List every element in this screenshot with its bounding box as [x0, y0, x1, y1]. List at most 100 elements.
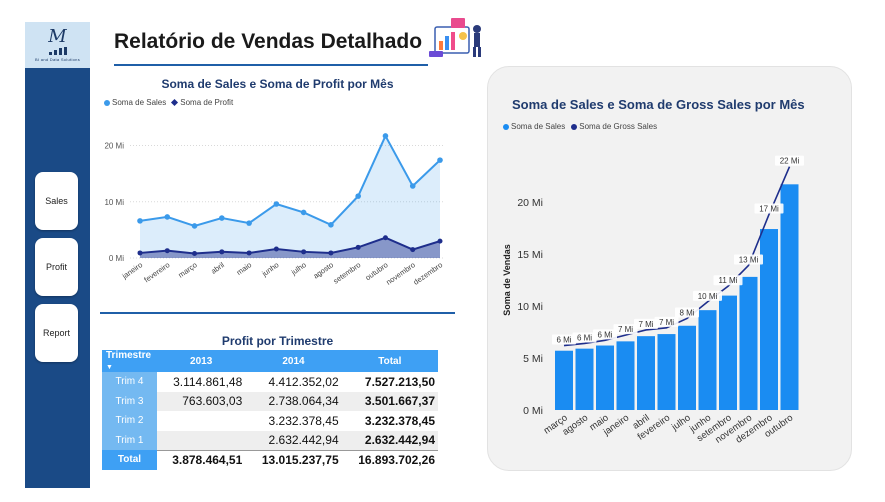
cell-total: 7.527.213,50	[364, 374, 435, 389]
cell-2014: 2.632.442,94	[245, 430, 342, 450]
data-label: 7 Mi	[659, 318, 674, 327]
profit-point	[355, 244, 361, 250]
table-total-row: Total 3.878.464,51 13.015.237,75 16.893.…	[102, 449, 438, 470]
sales-point	[164, 214, 171, 220]
chart2-title: Soma de Sales e Soma de Gross Sales por …	[512, 97, 805, 112]
cell-2013: 3.878.464,51	[157, 449, 246, 470]
sales-bar	[555, 350, 573, 410]
legend-item-gross-sales[interactable]: Soma de Gross Sales	[571, 122, 657, 131]
sales-gross-bar-chart: 0 Mi 5 Mi 10 Mi 15 Mi 20 Mi Soma de Vendas 6 M…	[502, 155, 804, 446]
sales-profit-area-chart: 0 Mi 10 Mi 20 Mi janeirofevereiro março abril…	[104, 133, 445, 287]
sales-bar	[780, 184, 799, 410]
section-divider	[100, 312, 455, 314]
profit-point	[301, 249, 307, 255]
x-tick-label: dezembro	[412, 260, 444, 287]
data-label: 6 Mi	[556, 336, 571, 345]
sales-bar	[596, 345, 614, 410]
logo-bars-icon	[48, 47, 67, 55]
sales-bar	[637, 336, 655, 410]
y-tick-label: 20 Mi	[517, 197, 543, 209]
x-tick-label: fevereiro	[142, 260, 171, 284]
y-tick-label: 10 Mi	[104, 198, 124, 207]
sales-point	[246, 220, 252, 226]
logo-tagline: BI and Data Solutions	[35, 57, 80, 62]
data-label: 13 Mi	[739, 255, 759, 264]
y-tick-label: 0 Mi	[109, 254, 124, 263]
table-row: Trim 3 763.603,03 2.738.064,34 3.501.667…	[102, 391, 438, 411]
column-header-trimestre[interactable]: Trimestre ▼	[102, 350, 157, 372]
row-label: Trim 3	[102, 391, 157, 411]
sales-point	[409, 183, 416, 189]
legend-item-profit[interactable]: Soma de Profit	[171, 98, 233, 107]
data-label: 6 Mi	[597, 330, 612, 339]
x-tick-label: março	[176, 260, 198, 279]
x-tick-label: julho	[289, 260, 308, 277]
logo-monogram-icon: M	[48, 26, 67, 47]
y-tick-label: 15 Mi	[517, 249, 543, 261]
table-title: Profit por Trimestre	[221, 334, 334, 348]
x-tick-label: junho	[259, 260, 280, 278]
sales-bar	[739, 276, 758, 410]
chart2-legend: Soma de Sales Soma de Gross Sales	[503, 122, 657, 131]
y-tick-label: 20 Mi	[104, 142, 124, 151]
cell-2013	[157, 430, 246, 450]
y-tick-label: 0 Mi	[523, 405, 543, 417]
cell-2014: 13.015.237,75	[245, 449, 342, 470]
table-row: Trim 2 3.232.378,45 3.232.378,45	[102, 411, 438, 431]
data-label: 22 Mi	[780, 157, 800, 166]
profit-quarter-table: Trimestre ▼ 2013 2014 Total Trim 4 3.114.…	[102, 350, 438, 470]
legend-item-sales[interactable]: Soma de Sales	[104, 98, 166, 107]
report-illustration-icon	[429, 18, 481, 57]
data-label: 10 Mi	[698, 292, 718, 301]
cell-2013: 3.114.861,48	[173, 374, 243, 389]
sales-point	[300, 209, 307, 216]
legend-item-sales[interactable]: Soma de Sales	[503, 122, 565, 131]
cell-2013	[157, 411, 245, 431]
column-header-2014[interactable]: 2014	[245, 350, 342, 372]
x-tick-label: novembro	[384, 260, 416, 287]
profit-point	[382, 235, 388, 241]
data-label: 17 Mi	[759, 204, 779, 213]
sales-bar	[575, 348, 594, 410]
profit-point	[273, 246, 279, 252]
cell-2014: 2.738.064,34	[245, 391, 342, 411]
column-header-2013[interactable]: 2013	[157, 350, 246, 372]
x-tick-label: maio	[235, 260, 253, 277]
sales-point	[219, 215, 225, 221]
sales-bar	[678, 325, 696, 410]
profit-point	[219, 249, 225, 255]
nav-profit-button[interactable]: Profit	[35, 238, 78, 296]
logo: M BI and Data Solutions	[25, 22, 90, 68]
data-label: 11 Mi	[719, 276, 738, 285]
data-label: 6 Mi	[577, 333, 592, 342]
chart1-title: Soma de Sales e Soma de Profit por Mês	[161, 77, 394, 91]
nav-report-button[interactable]: Report	[35, 304, 78, 362]
cell-total: 3.501.667,37	[341, 391, 438, 411]
column-header-total[interactable]: Total	[341, 350, 438, 372]
page-title: Relatório de Vendas Detalhado	[114, 30, 423, 53]
sales-bar	[657, 334, 676, 410]
title-underline	[114, 64, 428, 66]
table-row: Trim 1 2.632.442,94 2.632.442,94	[102, 430, 438, 450]
chart1-legend: Soma de Sales Soma de Profit	[104, 98, 233, 107]
profit-point	[437, 238, 443, 244]
cell-2013: 763.603,03	[157, 391, 246, 411]
sales-point	[137, 218, 143, 224]
sort-arrow-icon[interactable]: ▼	[106, 364, 113, 371]
table-row: Trim 4 3.114.861,48 4.412.352,02 7.527.2…	[102, 372, 438, 392]
x-tick-label: julho	[669, 412, 693, 433]
cell-2014: 3.232.378,45	[268, 413, 339, 428]
sales-point	[273, 201, 280, 207]
sales-point	[191, 223, 198, 229]
cell-total: 3.232.378,45	[364, 413, 435, 428]
x-tick-label: janeiro	[120, 260, 144, 281]
sidebar: M BI and Data Solutions Sales Profit Rep…	[25, 22, 90, 488]
cell-total: 2.632.442,94	[341, 430, 438, 450]
nav-sales-button[interactable]: Sales	[35, 172, 78, 230]
data-label: 8 Mi	[679, 308, 694, 317]
y-tick-label: 10 Mi	[517, 301, 543, 313]
x-tick-label: abril	[209, 260, 226, 276]
cell-2014: 4.412.352,02	[268, 374, 339, 389]
row-label: Trim 1	[102, 430, 157, 450]
profit-point	[410, 247, 416, 253]
